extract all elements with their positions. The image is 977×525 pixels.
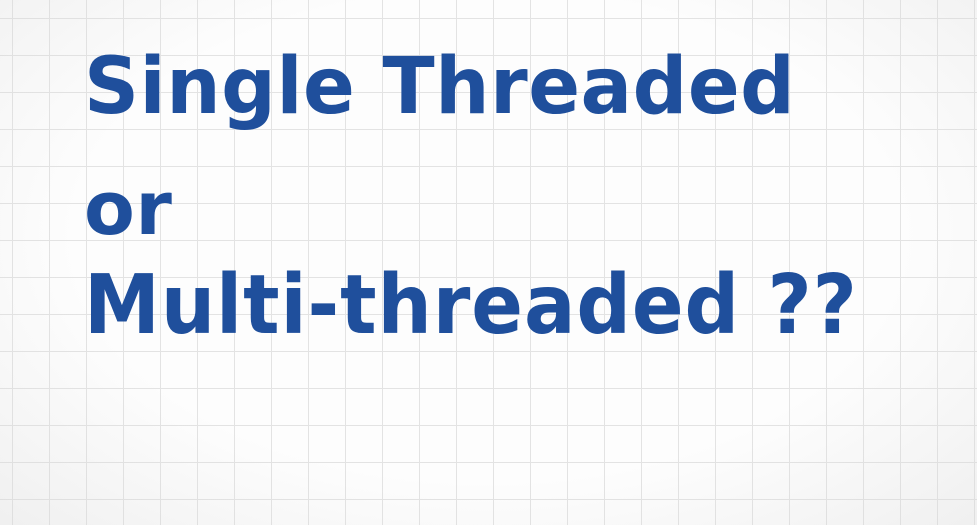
graph-paper-slide: Single Threaded or Multi-threaded ?? bbox=[0, 0, 977, 525]
title-line-or: or bbox=[84, 166, 173, 252]
title-line-single-threaded: Single Threaded bbox=[84, 42, 796, 132]
title-line-multi-threaded: Multi-threaded ?? bbox=[84, 258, 858, 353]
